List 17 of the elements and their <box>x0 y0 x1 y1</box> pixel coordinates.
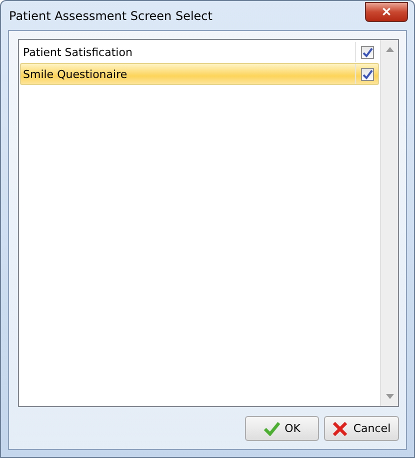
cross-icon <box>332 422 348 436</box>
list-item[interactable]: Patient Satisfication <box>20 41 379 63</box>
check-icon <box>362 68 372 80</box>
item-label: Smile Questionaire <box>22 68 128 80</box>
checkbox[interactable] <box>360 46 374 58</box>
checkmark-icon <box>264 422 280 436</box>
scrollbar[interactable] <box>380 40 398 406</box>
item-label: Patient Satisfication <box>22 46 134 58</box>
scroll-up-icon[interactable] <box>386 47 394 52</box>
checkbox[interactable] <box>360 68 374 80</box>
window-title: Patient Assessment Screen Select <box>9 8 212 22</box>
scroll-down-icon[interactable] <box>386 394 394 399</box>
check-icon <box>362 46 372 58</box>
close-button[interactable]: ✕ <box>365 2 408 22</box>
ok-button[interactable]: OK <box>245 416 319 441</box>
cancel-button[interactable]: Cancel <box>324 416 399 441</box>
list-item[interactable]: Smile Questionaire <box>20 63 379 85</box>
